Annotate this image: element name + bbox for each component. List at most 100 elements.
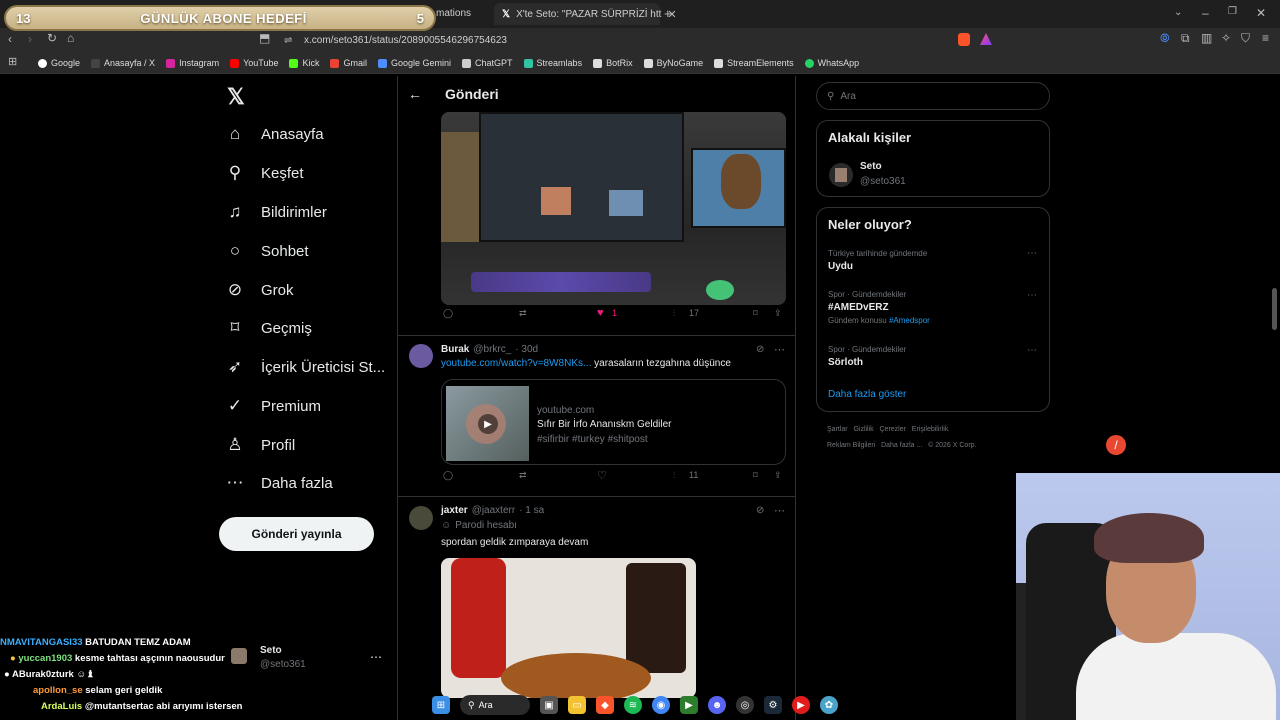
trend-item[interactable]: Spor · Gündemdekiler Sörloth	[828, 345, 906, 368]
tab-list-icon[interactable]: ⌄	[1174, 7, 1182, 18]
nav-item-profile[interactable]: ♙ Profil	[225, 435, 295, 455]
bookmark-chatgpt[interactable]: ChatGPT	[462, 58, 513, 68]
reply-username[interactable]: jaxter	[441, 505, 468, 516]
bookmark-kick[interactable]: Kick	[289, 58, 319, 68]
trend-topic-link[interactable]: #Amedspor	[889, 316, 930, 325]
views-icon[interactable]: ⫶	[673, 308, 675, 319]
reply-username[interactable]: Burak	[441, 344, 469, 355]
avatar[interactable]	[409, 506, 433, 530]
reply-handle[interactable]: @brkrc_	[473, 344, 511, 355]
sparkle-icon[interactable]: ✧	[1221, 31, 1231, 45]
repost-icon[interactable]: ⇄	[519, 470, 527, 481]
maximize-icon[interactable]: ❐	[1228, 6, 1237, 17]
page-scrollbar[interactable]	[1272, 288, 1277, 330]
bookmark-bynogame[interactable]: ByNoGame	[643, 58, 703, 68]
nav-item-more[interactable]: ⋯ Daha fazla	[225, 473, 333, 493]
post-image[interactable]	[441, 558, 696, 698]
nav-item-notifications[interactable]: ♫ Bildirimler	[225, 202, 327, 222]
nav-item-creator-studio[interactable]: ➶ İçerik Üreticisi St...	[225, 357, 385, 377]
site-info-icon[interactable]: ⇌	[284, 35, 292, 46]
bookmark-x[interactable]: Anasayfa / X	[91, 58, 155, 68]
discord-icon[interactable]: ☻	[708, 696, 726, 714]
media-player-icon[interactable]: ▶	[792, 696, 810, 714]
like-icon[interactable]: ♡	[597, 469, 607, 482]
file-explorer-icon[interactable]: ▭	[568, 696, 586, 714]
avatar[interactable]	[829, 163, 853, 187]
related-name[interactable]: Seto	[860, 161, 882, 172]
nav-item-bookmarks[interactable]: ⌑ Geçmiş	[225, 318, 312, 338]
bookmark-streamelements[interactable]: StreamElements	[714, 58, 794, 68]
brave-browser-icon[interactable]: ◆	[596, 696, 614, 714]
like-icon-active[interactable]: ♥	[597, 307, 604, 319]
chrome-icon[interactable]: ◉	[652, 696, 670, 714]
more-icon[interactable]: ⋯	[1027, 248, 1037, 259]
reply-link[interactable]: youtube.com/watch?v=8W8NKs...	[441, 358, 591, 369]
more-icon[interactable]: ⋯	[1027, 290, 1037, 301]
app-icon[interactable]: ✿	[820, 696, 838, 714]
tab-active[interactable]: 𝕏 X'te Seto: "PAZAR SÜRPRİZİ htt ✕	[494, 3, 677, 25]
url-field[interactable]: ⇌ x.com/seto361/status/20890055462967546…	[276, 31, 998, 49]
account-avatar[interactable]	[231, 648, 247, 664]
vpn-icon[interactable]: ⛉	[1241, 31, 1250, 46]
extensions-icon[interactable]: ⧉	[1181, 31, 1190, 46]
link-card[interactable]: ▶ youtube.com Sıfır Bir İrfo Ananıskm Ge…	[441, 379, 786, 465]
nav-item-chat[interactable]: ○ Sohbet	[225, 241, 309, 261]
bookmark-instagram[interactable]: Instagram	[166, 58, 219, 68]
avatar[interactable]	[409, 344, 433, 368]
reply-icon[interactable]: ◯	[443, 308, 453, 319]
forward-icon[interactable]: ›	[28, 32, 32, 46]
account-more-icon[interactable]: ⋯	[370, 650, 382, 664]
play-icon[interactable]: ▶	[478, 414, 498, 434]
spotify-icon[interactable]: ≋	[624, 696, 642, 714]
back-arrow-icon[interactable]: ←	[408, 86, 422, 102]
terminal-icon[interactable]: ▶	[680, 696, 698, 714]
reload-icon[interactable]: ↻	[47, 31, 57, 45]
more-icon[interactable]: ⋯	[774, 343, 785, 356]
reply-time[interactable]: · 30d	[515, 344, 538, 355]
search-input[interactable]: ⚲ Ara	[816, 82, 1050, 110]
share-icon[interactable]: ⇪	[774, 470, 782, 481]
bookmark-streamlabs[interactable]: Streamlabs	[523, 58, 582, 68]
reply-handle[interactable]: @jaaxterr	[472, 505, 516, 516]
nav-item-home[interactable]: ⌂ Anasayfa	[225, 124, 324, 144]
window-close-icon[interactable]: ✕	[1256, 6, 1266, 20]
windows-start-icon[interactable]: ⊞	[432, 696, 450, 714]
bookmark-google[interactable]: Google	[38, 58, 80, 68]
trend-item[interactable]: Türkiye tarihinde gündemde Uydu	[828, 249, 927, 272]
x-home-logo-icon[interactable]: 𝕏	[227, 84, 245, 110]
obs-icon[interactable]: ◎	[736, 696, 754, 714]
reply-time[interactable]: · 1 sa	[519, 505, 544, 516]
sidebar-icon[interactable]: ▥	[1201, 31, 1212, 45]
steam-icon[interactable]: ⚙	[764, 696, 782, 714]
bookmark-gmail[interactable]: Gmail	[330, 58, 367, 68]
repost-icon[interactable]: ⇄	[519, 308, 527, 319]
share-icon[interactable]: ⇪	[774, 308, 782, 319]
apps-grid-icon[interactable]: ⊞	[8, 55, 17, 68]
nav-item-grok[interactable]: ⊘ Grok	[225, 280, 294, 300]
footer-links-2[interactable]: Reklam Bilgileri Daha fazla ... © 2026 X…	[827, 442, 977, 449]
new-tab-icon[interactable]: +	[664, 6, 672, 21]
home-page-icon[interactable]: ⌂	[67, 31, 74, 45]
bookmark-post-icon[interactable]: ⌑	[753, 308, 758, 319]
bookmark-youtube[interactable]: YouTube	[230, 58, 278, 68]
tab-previous[interactable]: mations	[436, 8, 471, 19]
reply-icon[interactable]: ◯	[443, 470, 453, 481]
more-icon[interactable]: ⋯	[1027, 345, 1037, 356]
related-handle[interactable]: @seto361	[860, 176, 906, 187]
show-more-link[interactable]: Daha fazla göster	[828, 389, 906, 400]
nav-item-explore[interactable]: ⚲ Keşfet	[225, 163, 304, 183]
back-icon[interactable]: ‹	[8, 32, 12, 46]
post-button[interactable]: Gönderi yayınla	[219, 517, 374, 551]
trend-item[interactable]: Spor · Gündemdekiler #AMEDvERZ Gündem ko…	[828, 290, 930, 325]
bookmark-page-icon[interactable]: ⬒	[259, 31, 270, 45]
taskbar-search[interactable]: ⚲ Ara	[460, 695, 530, 715]
task-view-icon[interactable]: ▣	[540, 696, 558, 714]
leo-ai-icon[interactable]: ⦾	[1160, 31, 1170, 46]
more-icon[interactable]: ⋯	[774, 504, 785, 517]
menu-icon[interactable]: ≡	[1262, 31, 1269, 45]
bookmark-whatsapp[interactable]: WhatsApp	[804, 58, 859, 68]
grok-explain-icon[interactable]: ⊘	[756, 505, 764, 516]
bookmark-botrix[interactable]: BotRix	[593, 58, 633, 68]
brave-shield-icon[interactable]	[958, 33, 970, 46]
bookmark-post-icon[interactable]: ⌑	[753, 470, 758, 481]
